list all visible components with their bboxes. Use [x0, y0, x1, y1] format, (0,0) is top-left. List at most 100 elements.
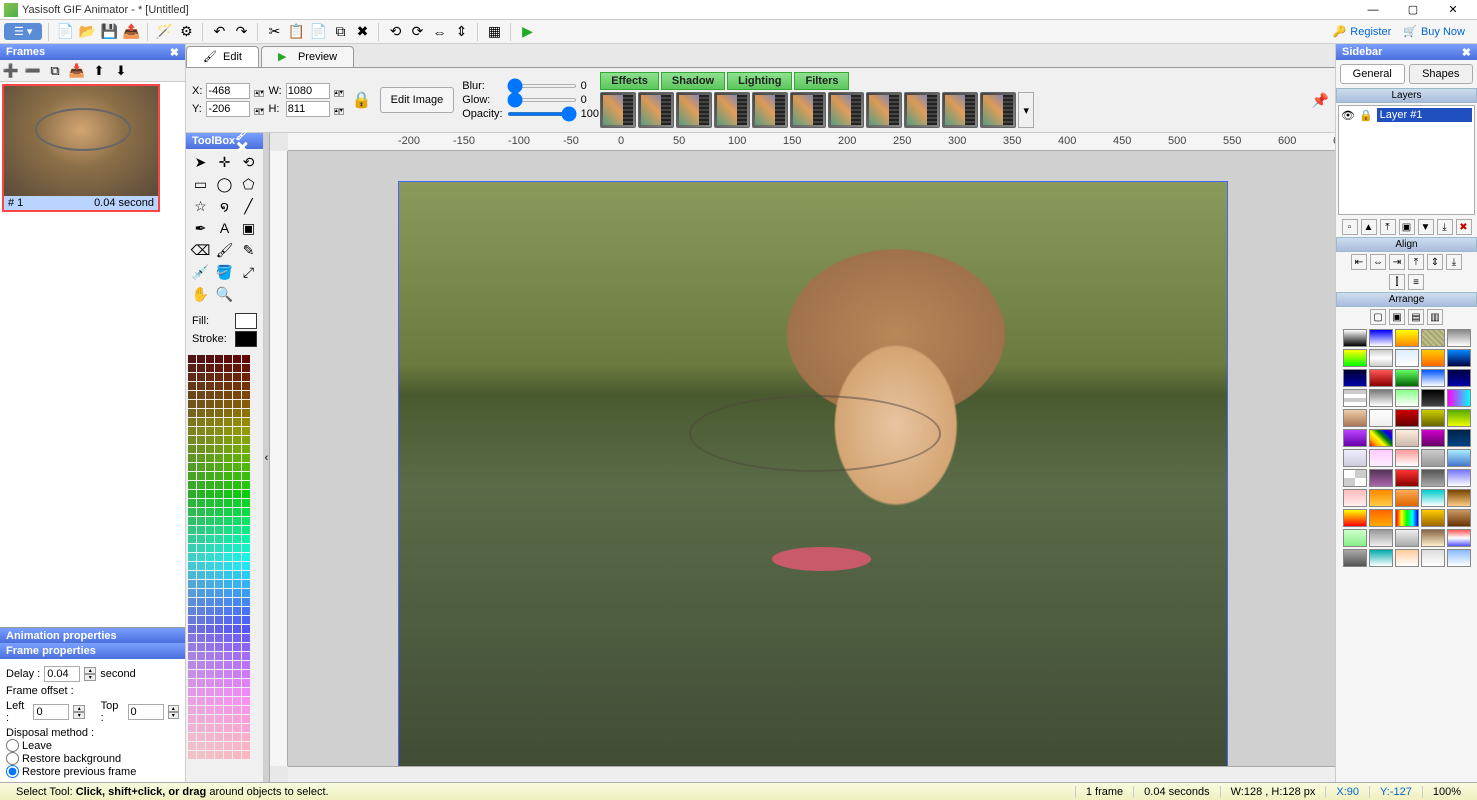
sidebar-close-icon[interactable]: ✖: [1462, 46, 1471, 59]
bring-forward-button[interactable]: ▣: [1389, 309, 1405, 325]
effect-more-button[interactable]: ▾: [1018, 92, 1034, 128]
rotate-ccw-button[interactable]: ⟲: [385, 22, 405, 42]
pen-tool[interactable]: ✒: [190, 218, 212, 238]
h-input[interactable]: [286, 101, 330, 117]
text-tool[interactable]: A: [214, 218, 236, 238]
play-button[interactable]: ▶: [517, 22, 537, 42]
duplicate-button[interactable]: ⧉: [330, 22, 350, 42]
brush-tool[interactable]: 🖌: [214, 240, 236, 260]
effect-preset-5[interactable]: [752, 92, 788, 128]
optimize-button[interactable]: ⚙: [176, 22, 196, 42]
color-palette[interactable]: [186, 353, 263, 782]
dropper-tool[interactable]: 💉: [190, 262, 212, 282]
new-button[interactable]: 📄: [55, 22, 75, 42]
layer-bottom-button[interactable]: ⤓: [1437, 219, 1453, 235]
canvas[interactable]: [288, 151, 1335, 766]
filters-button[interactable]: Filters: [794, 72, 849, 90]
new-layer-button[interactable]: ▫: [1342, 219, 1358, 235]
view-toggle-button[interactable]: ☰ ▾: [4, 23, 42, 40]
lock-icon[interactable]: 🔒: [352, 90, 372, 110]
effect-preset-2[interactable]: [638, 92, 674, 128]
pencil-tool[interactable]: ✎: [238, 240, 260, 260]
open-button[interactable]: 📂: [77, 22, 97, 42]
disposal-leave[interactable]: Leave: [6, 739, 179, 752]
delay-input[interactable]: [44, 666, 80, 682]
delete-layer-button[interactable]: ✖: [1456, 219, 1472, 235]
image-tool[interactable]: ▣: [238, 218, 260, 238]
close-button[interactable]: ✕: [1433, 0, 1473, 20]
zoom-tool[interactable]: 🔍: [214, 284, 236, 304]
align-bottom-button[interactable]: ⤓: [1446, 254, 1462, 270]
left-input[interactable]: [33, 704, 69, 720]
layer-merge-button[interactable]: ▣: [1399, 219, 1415, 235]
tab-edit[interactable]: 🖌Edit: [186, 46, 259, 67]
image-object[interactable]: [398, 181, 1228, 766]
save-button[interactable]: 💾: [99, 22, 119, 42]
move-up-button[interactable]: ⬆: [90, 62, 108, 80]
frame-thumbnail[interactable]: # 1 0.04 second: [2, 84, 160, 212]
align-hcenter-button[interactable]: ⇔: [1370, 254, 1386, 270]
paste-button[interactable]: 📄: [308, 22, 328, 42]
effect-preset-8[interactable]: [866, 92, 902, 128]
layer-top-button[interactable]: ⤒: [1380, 219, 1396, 235]
rotate-cw-button[interactable]: ⟳: [407, 22, 427, 42]
send-back-button[interactable]: ▥: [1427, 309, 1443, 325]
delete-button[interactable]: ✖: [352, 22, 372, 42]
wizard-button[interactable]: 🪄: [154, 22, 174, 42]
edit-image-button[interactable]: Edit Image: [380, 87, 455, 113]
delay-up[interactable]: ▴: [84, 667, 96, 674]
star-tool[interactable]: ☆: [190, 196, 212, 216]
rect-tool[interactable]: ▭: [190, 174, 212, 194]
distribute-h-button[interactable]: ⫿: [1389, 274, 1405, 290]
shadow-button[interactable]: Shadow: [661, 72, 725, 90]
select-tool[interactable]: ➤: [190, 152, 212, 172]
tab-general[interactable]: General: [1340, 64, 1405, 84]
tab-preview[interactable]: ▶Preview: [261, 46, 354, 67]
ellipse-tool[interactable]: ◯: [214, 174, 236, 194]
opacity-slider[interactable]: [507, 112, 577, 116]
align-left-button[interactable]: ⇤: [1351, 254, 1367, 270]
eraser-tool[interactable]: ⌫: [190, 240, 212, 260]
effect-preset-3[interactable]: [676, 92, 712, 128]
buynow-link[interactable]: 🛒Buy Now: [1403, 25, 1465, 38]
horizontal-scrollbar[interactable]: [288, 766, 1335, 782]
effect-preset-4[interactable]: [714, 92, 750, 128]
distribute-v-button[interactable]: ≡: [1408, 274, 1424, 290]
x-input[interactable]: [206, 83, 250, 99]
line-tool[interactable]: ╱: [238, 196, 260, 216]
eye-icon[interactable]: 👁: [1341, 109, 1355, 122]
bring-front-button[interactable]: ▢: [1370, 309, 1386, 325]
copy-button[interactable]: 📋: [286, 22, 306, 42]
effect-preset-1[interactable]: [600, 92, 636, 128]
lock-layer-icon[interactable]: 🔒: [1359, 109, 1373, 122]
delete-frame-button[interactable]: ➖: [24, 62, 42, 80]
blur-slider[interactable]: [507, 84, 577, 88]
align-vcenter-button[interactable]: ⇕: [1427, 254, 1443, 270]
flip-v-button[interactable]: ⇕: [451, 22, 471, 42]
y-input[interactable]: [206, 101, 250, 117]
import-frame-button[interactable]: 📥: [68, 62, 86, 80]
picker-tool[interactable]: ⤢: [238, 262, 260, 282]
disposal-restore-prev[interactable]: Restore previous frame: [6, 765, 179, 778]
effect-preset-11[interactable]: [980, 92, 1016, 128]
polygon-tool[interactable]: ⬠: [238, 174, 260, 194]
undo-button[interactable]: ↶: [209, 22, 229, 42]
effects-button[interactable]: Effects: [600, 72, 659, 90]
pin-icon[interactable]: 📌: [1312, 92, 1329, 109]
effect-preset-6[interactable]: [790, 92, 826, 128]
disposal-restore-bg[interactable]: Restore background: [6, 752, 179, 765]
node-tool[interactable]: ✛: [214, 152, 236, 172]
spiral-tool[interactable]: ໑: [214, 196, 236, 216]
fill-tool[interactable]: 🪣: [214, 262, 236, 282]
delay-down[interactable]: ▾: [84, 674, 96, 681]
hand-tool[interactable]: ✋: [190, 284, 212, 304]
frame-list[interactable]: # 1 0.04 second: [0, 82, 185, 627]
cut-button[interactable]: ✂: [264, 22, 284, 42]
lasso-tool[interactable]: ⟲: [238, 152, 260, 172]
tab-shapes[interactable]: Shapes: [1409, 64, 1474, 84]
move-down-button[interactable]: ⬇: [112, 62, 130, 80]
export-button[interactable]: 📤: [121, 22, 141, 42]
duplicate-frame-button[interactable]: ⧉: [46, 62, 64, 80]
effect-preset-9[interactable]: [904, 92, 940, 128]
lighting-button[interactable]: Lighting: [727, 72, 792, 90]
